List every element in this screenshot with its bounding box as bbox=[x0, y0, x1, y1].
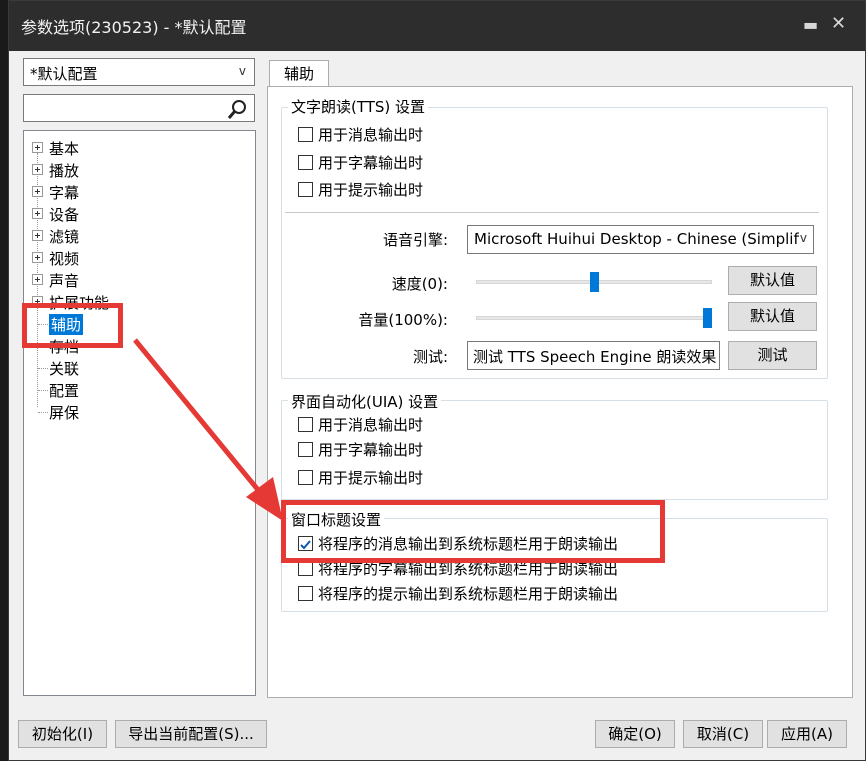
annotation-arrow-icon bbox=[133, 338, 283, 521]
